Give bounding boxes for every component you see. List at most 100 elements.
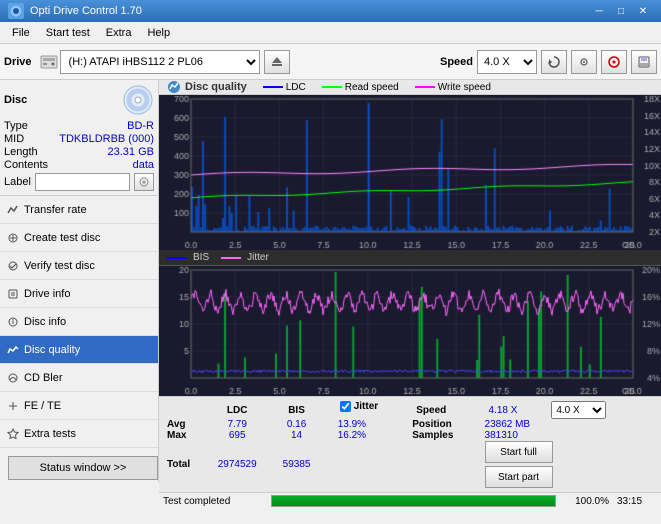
- status-window-button[interactable]: Status window >>: [8, 456, 158, 480]
- label-label: Label: [4, 176, 31, 188]
- disc-button[interactable]: [601, 50, 627, 74]
- progress-area: Test completed 100.0% 33:15: [159, 492, 661, 509]
- refresh-button[interactable]: [541, 50, 567, 74]
- drive-select[interactable]: (H:) ATAPI iHBS112 2 PL06: [60, 50, 260, 74]
- extra-tests-icon: [6, 427, 20, 441]
- sidebar-item-cd-bler[interactable]: CD Bler: [0, 364, 158, 392]
- max-label: Max: [167, 430, 203, 441]
- action-buttons: Start full Start part: [485, 441, 653, 488]
- sidebar-item-drive-info[interactable]: Drive info: [0, 280, 158, 308]
- type-value: BD-R: [127, 120, 154, 132]
- sidebar-item-transfer-rate[interactable]: Transfer rate: [0, 196, 158, 224]
- max-ldc: 695: [203, 430, 271, 441]
- bottom-chart: [159, 266, 661, 396]
- title-bar-left: Opti Drive Control 1.70: [8, 3, 142, 19]
- nav-label: Drive info: [24, 288, 70, 300]
- speed-value-header: 4.18 X: [485, 401, 550, 419]
- length-label: Length: [4, 146, 38, 158]
- charts-area: BIS Jitter: [159, 95, 661, 396]
- title-bar: Opti Drive Control 1.70 ─ □ ✕: [0, 0, 661, 22]
- main-content: Disc Type BD-R MID TDKBLDRBB (000) Lengt…: [0, 80, 661, 482]
- mid-label: MID: [4, 133, 24, 145]
- close-button[interactable]: ✕: [633, 2, 653, 20]
- length-value: 23.31 GB: [108, 146, 154, 158]
- app-icon: [8, 3, 24, 19]
- minimize-button[interactable]: ─: [589, 2, 609, 20]
- chart-title-icon: [167, 80, 181, 94]
- menu-extra[interactable]: Extra: [98, 25, 140, 41]
- label-input[interactable]: [35, 173, 130, 191]
- progress-percent: 100.0%: [564, 496, 609, 507]
- disc-panel: Disc Type BD-R MID TDKBLDRBB (000) Lengt…: [0, 80, 158, 196]
- progress-bar-fill: [272, 496, 555, 506]
- nav-label: Create test disc: [24, 232, 100, 244]
- samples-label: Samples: [412, 430, 484, 441]
- chart-header: Disc quality LDC Read speed Write speed: [159, 80, 661, 95]
- total-ldc: 2974529: [203, 441, 271, 488]
- type-label: Type: [4, 120, 28, 132]
- contents-label: Contents: [4, 159, 48, 171]
- sidebar-item-disc-quality[interactable]: Disc quality: [0, 336, 158, 364]
- jitter-header-cell: Jitter: [338, 401, 413, 412]
- speed-select-stats[interactable]: 4.0 X: [551, 401, 606, 419]
- start-full-button[interactable]: Start full: [485, 441, 553, 463]
- position-label: Position: [412, 419, 484, 430]
- read-speed-color-swatch: [322, 86, 342, 88]
- nav-label: FE / TE: [24, 400, 61, 412]
- max-bis: 14: [271, 430, 321, 441]
- sidebar-item-verify-test-disc[interactable]: Verify test disc: [0, 252, 158, 280]
- start-part-button[interactable]: Start part: [485, 466, 553, 488]
- settings-button[interactable]: [571, 50, 597, 74]
- sidebar-item-disc-info[interactable]: Disc info: [0, 308, 158, 336]
- bis-color-swatch: [167, 257, 187, 259]
- speed-select[interactable]: 4.0 X: [477, 50, 537, 74]
- avg-ldc: 7.79: [203, 419, 271, 430]
- speed-label: Speed: [440, 56, 473, 68]
- disc-image: [122, 84, 154, 116]
- verify-icon: [6, 259, 20, 273]
- speed-header: Speed: [412, 401, 484, 419]
- sidebar-item-fe-te[interactable]: FE / TE: [0, 392, 158, 420]
- app-title: Opti Drive Control 1.70: [30, 5, 142, 17]
- drive-info-icon: [6, 287, 20, 301]
- avg-bis: 0.16: [271, 419, 321, 430]
- jitter-color-swatch: [221, 257, 241, 259]
- nav-label: Verify test disc: [24, 260, 95, 272]
- legend-ldc: LDC: [263, 82, 306, 93]
- legend-bis: BIS: [167, 252, 209, 263]
- drive-icon: [40, 53, 58, 71]
- save-button[interactable]: [631, 50, 657, 74]
- sidebar: Disc Type BD-R MID TDKBLDRBB (000) Lengt…: [0, 80, 159, 482]
- sidebar-item-extra-tests[interactable]: Extra tests: [0, 420, 158, 448]
- status-text: Test completed: [163, 496, 263, 507]
- nav-label: Disc info: [24, 316, 66, 328]
- total-bis: 59385: [271, 441, 321, 488]
- legend-read-speed: Read speed: [322, 82, 399, 93]
- max-jitter: 16.2%: [338, 430, 413, 441]
- top-chart: [159, 95, 661, 250]
- nav-label: Disc quality: [24, 344, 80, 356]
- progress-time: 33:15: [617, 496, 657, 507]
- stats-table: LDC BIS Jitter Speed 4.18 X 4.0 X: [167, 401, 653, 488]
- label-icon-button[interactable]: [134, 173, 154, 191]
- eject-button[interactable]: [264, 50, 290, 74]
- avg-label: Avg: [167, 419, 203, 430]
- menu-start-test[interactable]: Start test: [38, 25, 98, 41]
- transfer-rate-icon: [6, 203, 20, 217]
- nav-items: Transfer rate Create test disc Verify te…: [0, 196, 158, 448]
- cd-bler-icon: [6, 371, 20, 385]
- disc-quality-icon: [6, 343, 20, 357]
- jitter-checkbox[interactable]: [340, 401, 351, 412]
- fe-te-icon: [6, 399, 20, 413]
- drive-label: Drive: [4, 56, 32, 68]
- menu-file[interactable]: File: [4, 25, 38, 41]
- maximize-button[interactable]: □: [611, 2, 631, 20]
- legend-jitter: Jitter: [221, 252, 269, 263]
- sidebar-item-create-test-disc[interactable]: Create test disc: [0, 224, 158, 252]
- disc-title: Disc: [4, 94, 27, 106]
- toolbar: Drive (H:) ATAPI iHBS112 2 PL06 Speed 4.…: [0, 44, 661, 80]
- chart-title: Disc quality: [167, 80, 247, 94]
- ldc-header: LDC: [203, 401, 271, 419]
- menu-help[interactable]: Help: [139, 25, 178, 41]
- nav-label: Extra tests: [24, 428, 76, 440]
